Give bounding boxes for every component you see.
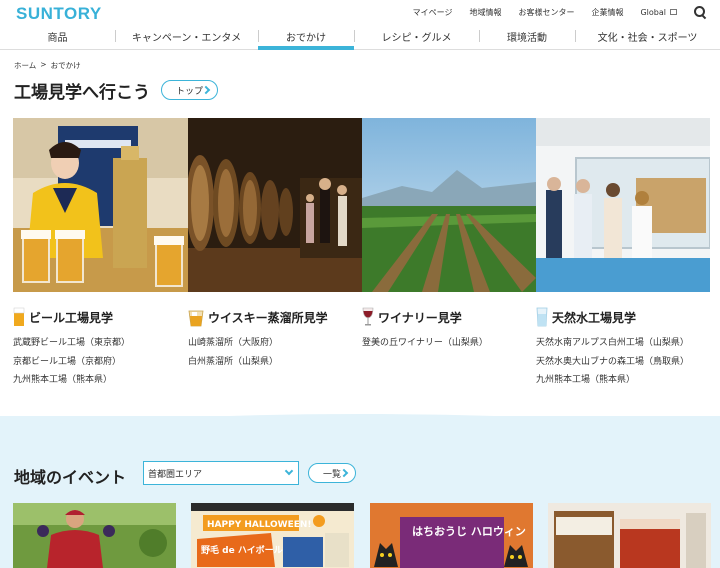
link-hakushu[interactable]: 白州蒸溜所（山梨県）: [188, 353, 328, 372]
category-winery-label: ワイナリー見学: [378, 310, 462, 325]
events-list-button[interactable]: 一覧: [308, 463, 356, 483]
breadcrumb-separator: >: [40, 60, 47, 69]
events-section-title: 地域のイベント: [14, 468, 127, 487]
category-beer-title[interactable]: ビール工場見学: [13, 306, 130, 328]
event-card-noge-highball[interactable]: HAPPY HALLOWEEN! 野毛 de ハイボール祭り: [191, 503, 354, 568]
winery-tour-photo[interactable]: [362, 118, 536, 292]
event-halloween-text: HAPPY HALLOWEEN!: [207, 520, 312, 530]
event-card-vineyard[interactable]: [13, 503, 176, 568]
search-icon[interactable]: [694, 6, 706, 18]
wine-glass-icon: [362, 307, 374, 326]
category-winery-title[interactable]: ワイナリー見学: [362, 306, 488, 328]
utility-nav: マイページ 地域情報 お客様センター 企業情報 Global: [413, 6, 706, 18]
util-link-mypage[interactable]: マイページ: [413, 7, 453, 18]
category-beer: ビール工場見学 武蔵野ビール工場（東京都） 京都ビール工場（京都府） 九州熊本工…: [13, 306, 130, 390]
category-whisky-title[interactable]: ウイスキー蒸溜所見学: [188, 306, 328, 328]
whisky-glass-icon: [188, 310, 204, 327]
chevron-down-icon: [284, 466, 294, 476]
util-link-corporate[interactable]: 企業情報: [591, 7, 623, 18]
category-whisky: ウイスキー蒸溜所見学 山崎蒸溜所（大阪府） 白州蒸溜所（山梨県）: [188, 306, 328, 371]
nav-item-environment[interactable]: 環境活動: [479, 25, 575, 47]
link-kyoto-beer[interactable]: 京都ビール工場（京都府）: [13, 353, 130, 372]
breadcrumb-current: おでかけ: [50, 61, 81, 70]
util-link-regional[interactable]: 地域情報: [469, 7, 501, 18]
nav-item-campaign[interactable]: キャンペーン・エンタメ: [115, 25, 258, 47]
link-minami-alps-hakushu[interactable]: 天然水南アルプス白州工場（山梨県）: [536, 334, 689, 353]
beer-glass-icon: [13, 307, 25, 326]
nav-item-products[interactable]: 商品: [0, 25, 115, 47]
top-button-label: トップ: [176, 86, 204, 97]
event-hachioji-text: はちおうじ ハロウィン: [412, 525, 526, 538]
region-select-value: 首都圏エリア: [148, 469, 203, 480]
link-musashino-beer[interactable]: 武蔵野ビール工場（東京都）: [13, 334, 130, 353]
link-yamazaki[interactable]: 山崎蒸溜所（大阪府）: [188, 334, 328, 353]
nav-item-recipe[interactable]: レシピ・グルメ: [354, 25, 479, 47]
whisky-tour-photo[interactable]: [188, 118, 362, 292]
event-card-hachioji-halloween[interactable]: はちおうじ ハロウィン: [370, 503, 533, 568]
chevron-right-icon: [201, 85, 211, 95]
top-button[interactable]: トップ: [161, 80, 218, 100]
events-list-button-label: 一覧: [323, 469, 342, 480]
page-title: 工場見学へ行こう: [14, 83, 150, 103]
nav-item-odekake[interactable]: おでかけ: [258, 25, 354, 50]
link-okudaisen[interactable]: 天然水奥大山ブナの森工場（鳥取県）: [536, 353, 689, 372]
util-link-customer-center[interactable]: お客様センター: [518, 7, 574, 18]
external-window-icon: [670, 9, 677, 15]
link-kyushu-kumamoto-water[interactable]: 九州熊本工場（熊本県）: [536, 371, 689, 390]
category-water-title[interactable]: 天然水工場見学: [536, 306, 689, 328]
category-winery: ワイナリー見学 登美の丘ワイナリー（山梨県）: [362, 306, 488, 353]
suntory-logo[interactable]: SUNTORY: [16, 4, 102, 24]
category-water: 天然水工場見学 天然水南アルプス白州工場（山梨県） 天然水奥大山ブナの森工場（鳥…: [536, 306, 689, 390]
link-kyushu-kumamoto-beer[interactable]: 九州熊本工場（熊本県）: [13, 371, 130, 390]
link-tominooka-winery[interactable]: 登美の丘ワイナリー（山梨県）: [362, 334, 488, 353]
region-select[interactable]: 首都圏エリア: [143, 461, 299, 485]
util-link-global-label: Global: [640, 7, 666, 17]
category-water-label: 天然水工場見学: [552, 310, 637, 325]
chevron-right-icon: [339, 468, 349, 478]
beer-tour-photo[interactable]: [13, 118, 188, 292]
top-bar: SUNTORY マイページ 地域情報 お客様センター 企業情報 Global: [0, 0, 720, 24]
category-beer-label: ビール工場見学: [29, 310, 114, 325]
breadcrumb: ホーム > おでかけ: [14, 60, 81, 71]
band-wave-divider: [0, 414, 720, 428]
nav-item-culture[interactable]: 文化・社会・スポーツ: [575, 25, 720, 47]
breadcrumb-home[interactable]: ホーム: [14, 60, 36, 71]
event-card-caramel-drink[interactable]: [548, 503, 711, 568]
water-factory-tour-photo[interactable]: [536, 118, 710, 292]
water-glass-icon: [536, 307, 548, 327]
util-link-global[interactable]: Global: [640, 8, 677, 17]
category-whisky-label: ウイスキー蒸溜所見学: [208, 310, 328, 325]
global-nav: 商品 キャンペーン・エンタメ おでかけ レシピ・グルメ 環境活動 文化・社会・ス…: [0, 25, 720, 50]
